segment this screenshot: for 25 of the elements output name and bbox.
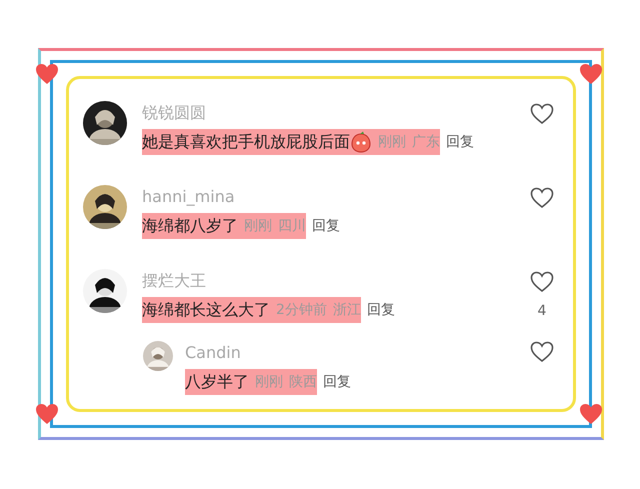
like-count: 4 [538, 302, 546, 321]
comment-text: 八岁半了 [185, 371, 249, 393]
comment-location: 浙江 [332, 300, 361, 320]
heart-icon [35, 63, 59, 85]
comment-time: 2分钟前 [276, 300, 327, 320]
comment-text: 她是真喜欢把手机放屁股后面 [142, 131, 350, 153]
comment-location: 广东 [412, 132, 440, 152]
like-icon[interactable] [530, 187, 554, 209]
heart-icon [579, 403, 603, 425]
comment-time: 刚刚 [255, 372, 283, 392]
like-icon[interactable] [530, 341, 554, 363]
comment-time: 刚刚 [244, 216, 272, 236]
heart-icon [35, 403, 59, 425]
like-icon[interactable] [530, 271, 554, 293]
reply-link[interactable]: 回复 [446, 132, 474, 152]
comment-time: 刚刚 [378, 132, 406, 152]
reply-link[interactable]: 回复 [323, 372, 351, 392]
comment-location: 陕西 [289, 372, 317, 392]
comment-location: 四川 [278, 216, 306, 236]
reply-link[interactable]: 回复 [366, 300, 395, 320]
comment-text: 海绵都八岁了 [142, 215, 238, 237]
like-icon[interactable] [530, 103, 554, 125]
comment-text: 海绵都长这么大了 [142, 299, 270, 321]
reply-link[interactable]: 回复 [312, 216, 340, 236]
heart-icon [579, 63, 603, 85]
